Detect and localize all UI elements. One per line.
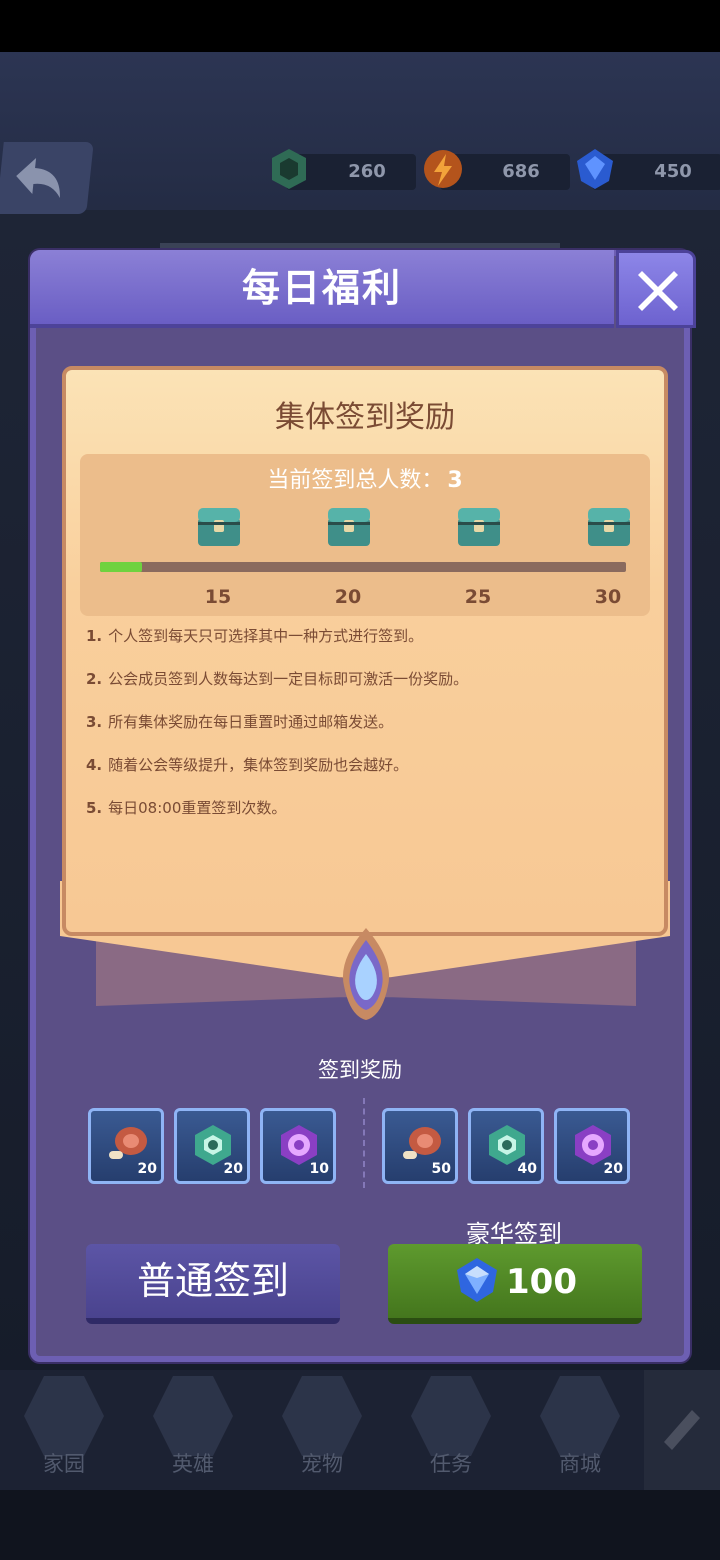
modal-header: 每日福利 xyxy=(30,250,614,328)
milestone-label: 30 xyxy=(594,586,622,608)
nav-shop[interactable]: 商城 xyxy=(516,1370,644,1490)
back-arrow-icon xyxy=(16,158,60,198)
resource-value: 686 xyxy=(502,161,540,182)
close-icon xyxy=(638,271,678,311)
nav-tasks[interactable]: 任务 xyxy=(387,1370,515,1490)
nav-label: 任务 xyxy=(430,1452,472,1476)
tasks-icon xyxy=(411,1376,491,1456)
back-button[interactable] xyxy=(0,142,94,214)
heroes-icon xyxy=(153,1376,233,1456)
normal-checkin-button[interactable]: 普通签到 xyxy=(86,1244,340,1324)
rule-number: 2. xyxy=(86,670,103,688)
progress-box: 当前签到总人数： 3 15 20 25 30 xyxy=(80,454,650,616)
reward-item[interactable]: 40 xyxy=(468,1108,544,1184)
reward-item[interactable]: 10 xyxy=(260,1108,336,1184)
reward-qty: 50 xyxy=(431,1161,451,1177)
green-token-icon xyxy=(272,149,306,189)
milestone-label: 15 xyxy=(204,586,232,608)
resource-diamond[interactable]: 450 xyxy=(577,149,720,190)
reward-item[interactable]: 20 xyxy=(174,1108,250,1184)
reward-item[interactable]: 20 xyxy=(554,1108,630,1184)
rule-text: 每日08:00重置签到次数。 xyxy=(108,799,287,817)
chest-icon[interactable] xyxy=(194,504,244,550)
scroll-icon xyxy=(664,1410,700,1450)
rule-item: 2. 公会成员签到人数每达到一定目标即可激活一份奖励。 xyxy=(86,669,646,712)
checkin-count-label: 当前签到总人数： xyxy=(267,468,444,493)
blue-diamond-icon xyxy=(577,149,613,189)
orange-energy-icon xyxy=(424,150,462,188)
daily-welfare-modal: 每日福利 集体签到奖励 当前签到总人数： 3 15 20 25 30 1. 个人… xyxy=(30,250,696,1362)
luxury-checkin-button[interactable]: 100 xyxy=(388,1244,642,1324)
nav-pets[interactable]: 宠物 xyxy=(258,1370,386,1490)
reward-item[interactable]: 50 xyxy=(382,1108,458,1184)
close-button[interactable] xyxy=(616,250,696,328)
shop-icon xyxy=(540,1376,620,1456)
rule-text: 所有集体奖励在每日重置时通过邮箱发送。 xyxy=(108,713,394,731)
rule-item: 4. 随着公会等级提升，集体签到奖励也会越好。 xyxy=(86,755,646,798)
resource-energy[interactable]: 686 xyxy=(424,150,570,190)
checkin-count-value: 3 xyxy=(447,468,463,493)
pets-icon xyxy=(282,1376,362,1456)
resource-value: 450 xyxy=(654,161,692,182)
luxury-checkin-cost: 100 xyxy=(506,1262,577,1302)
scroll-menu-button[interactable] xyxy=(644,1370,720,1490)
checkin-progress-fill xyxy=(100,562,143,572)
bottom-nav: 家园 英雄 宠物 任务 商城 xyxy=(0,1370,720,1490)
milestone-label: 20 xyxy=(334,586,362,608)
reward-qty: 20 xyxy=(137,1161,157,1177)
reward-qty: 20 xyxy=(223,1161,243,1177)
reward-qty: 20 xyxy=(603,1161,623,1177)
reward-label: 签到奖励 xyxy=(318,1058,402,1082)
rule-number: 1. xyxy=(86,627,103,645)
checkin-progress-bar xyxy=(100,562,626,572)
group-checkin-panel: 集体签到奖励 当前签到总人数： 3 15 20 25 30 1. 个人签到每天只… xyxy=(62,366,668,936)
nav-label: 家园 xyxy=(43,1452,85,1476)
rule-number: 4. xyxy=(86,756,103,774)
rule-number: 5. xyxy=(86,799,103,817)
panel-title: 集体签到奖励 xyxy=(275,400,455,435)
chest-icon[interactable] xyxy=(324,504,374,550)
blue-diamond-icon xyxy=(457,1258,497,1302)
milestone-label: 25 xyxy=(464,586,492,608)
crystal-ornament-icon xyxy=(342,928,390,1020)
nav-home[interactable]: 家园 xyxy=(0,1370,128,1490)
reward-item[interactable]: 20 xyxy=(88,1108,164,1184)
chest-icon[interactable] xyxy=(584,504,634,550)
resource-value: 260 xyxy=(348,161,386,182)
rule-item: 3. 所有集体奖励在每日重置时通过邮箱发送。 xyxy=(86,712,646,755)
status-bar xyxy=(0,0,720,52)
nav-label: 英雄 xyxy=(172,1452,214,1476)
bottom-bar xyxy=(0,1490,720,1560)
chest-icon[interactable] xyxy=(454,504,504,550)
home-icon xyxy=(24,1376,104,1456)
nav-label: 宠物 xyxy=(301,1452,343,1476)
normal-checkin-label: 普通签到 xyxy=(136,1259,289,1303)
checkin-count: 当前签到总人数： 3 xyxy=(80,462,650,494)
rule-text: 个人签到每天只可选择其中一种方式进行签到。 xyxy=(108,627,424,645)
nav-heroes[interactable]: 英雄 xyxy=(129,1370,257,1490)
modal-title: 每日福利 xyxy=(241,266,402,310)
resource-green-token[interactable]: 260 xyxy=(272,149,416,190)
rules-list: 1. 个人签到每天只可选择其中一种方式进行签到。 2. 公会成员签到人数每达到一定目… xyxy=(86,626,646,841)
rule-text: 公会成员签到人数每达到一定目标即可激活一份奖励。 xyxy=(108,670,469,688)
rule-item: 1. 个人签到每天只可选择其中一种方式进行签到。 xyxy=(86,626,646,669)
reward-divider xyxy=(363,1098,365,1188)
nav-label: 商城 xyxy=(559,1452,601,1476)
reward-qty: 40 xyxy=(517,1161,537,1177)
rule-number: 3. xyxy=(86,713,103,731)
rule-text: 随着公会等级提升，集体签到奖励也会越好。 xyxy=(108,756,409,774)
top-bar xyxy=(0,52,720,222)
reward-qty: 10 xyxy=(309,1161,329,1177)
rule-item: 5. 每日08:00重置签到次数。 xyxy=(86,798,646,841)
